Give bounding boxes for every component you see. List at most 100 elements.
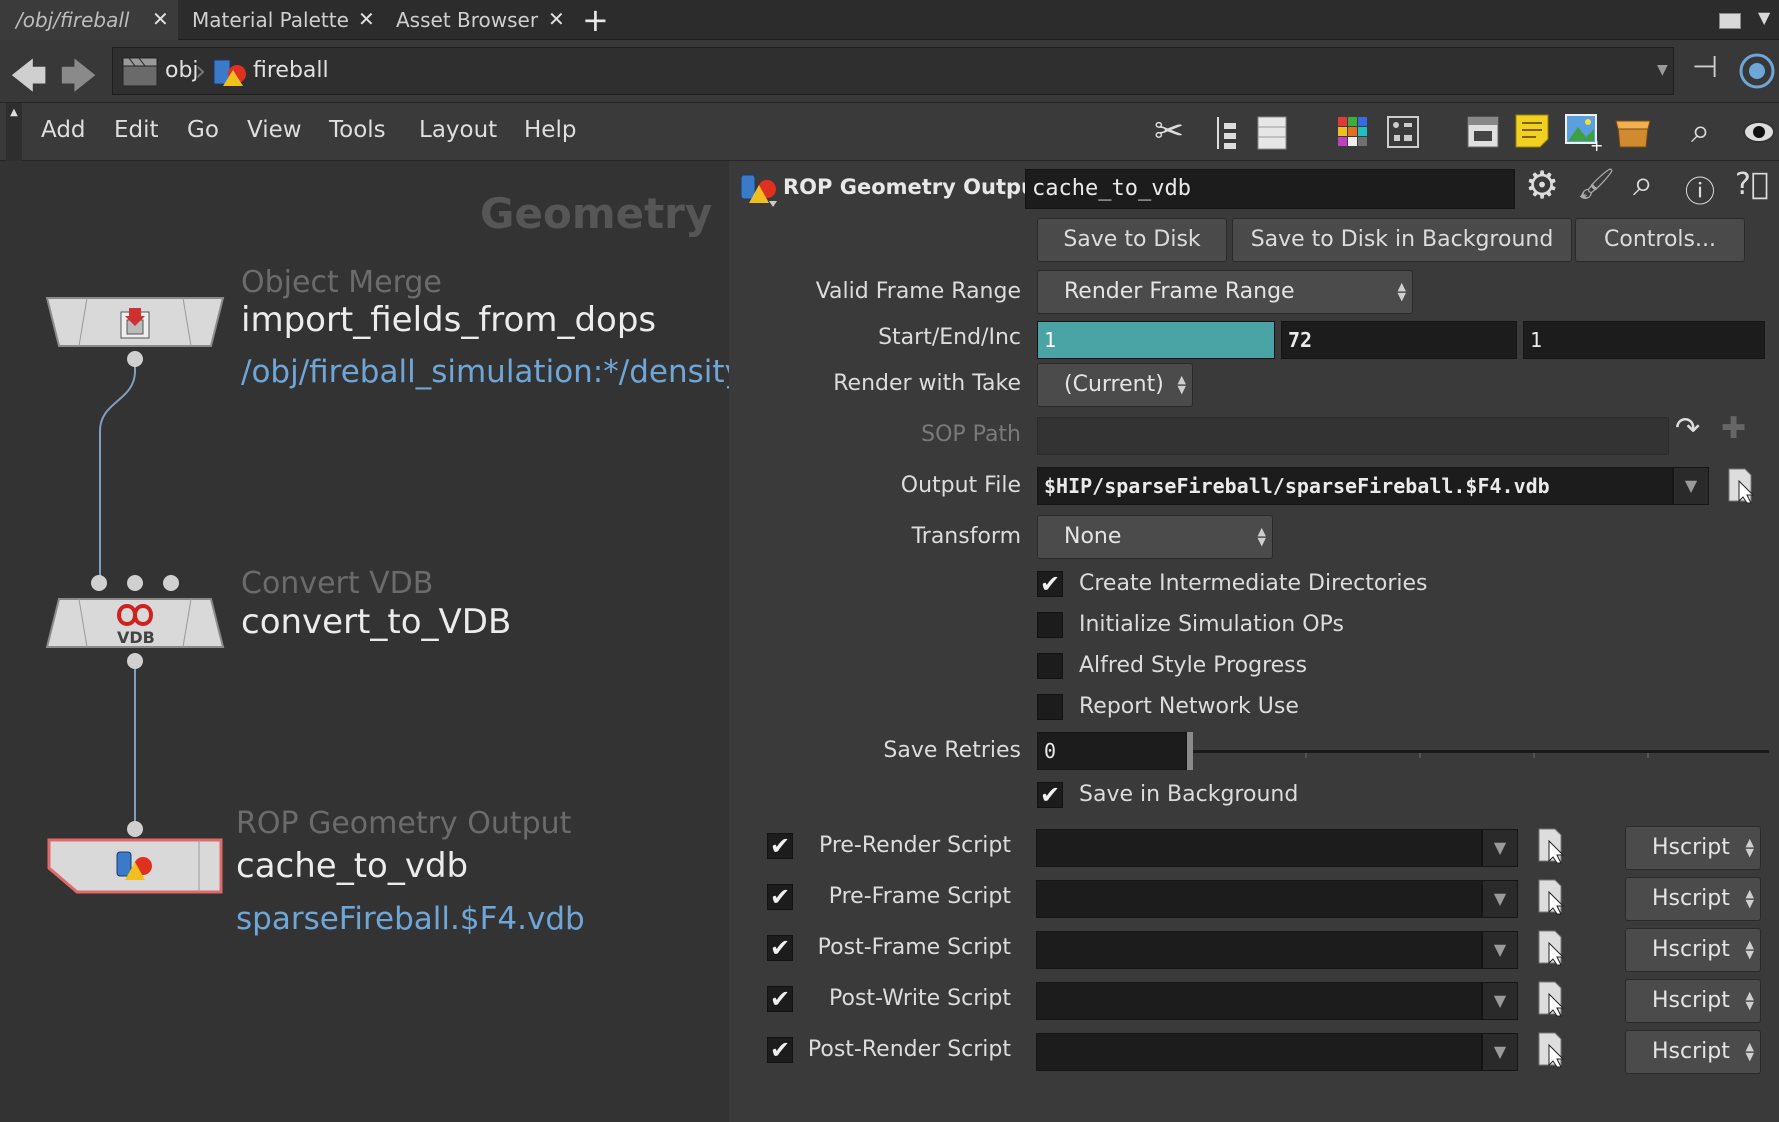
file-chooser-icon[interactable] [1535, 1031, 1567, 1071]
save-to-disk-button[interactable]: Save to Disk [1037, 218, 1227, 262]
input-connector[interactable] [127, 821, 143, 837]
menu-go[interactable]: Go [187, 117, 219, 143]
maximize-icon[interactable] [1719, 13, 1741, 29]
input-connector[interactable] [127, 575, 143, 591]
node-chooser-icon[interactable]: ✚ [1721, 411, 1746, 446]
close-icon[interactable]: ✕ [152, 7, 169, 31]
back-arrow-icon[interactable]: 🡄 [10, 50, 47, 111]
search-icon[interactable]: ⌕ [1691, 111, 1710, 151]
network-box-icon[interactable] [1466, 115, 1500, 149]
pane-handle[interactable]: ▲ [6, 103, 22, 161]
search-icon[interactable]: ⌕ [1633, 163, 1653, 205]
save-retries-slider-track[interactable] [1191, 750, 1769, 753]
chevron-down-icon[interactable]: ▼ [1482, 880, 1518, 918]
node-object-merge[interactable] [45, 296, 225, 348]
breadcrumb-obj[interactable]: obj [165, 58, 199, 83]
menu-view[interactable]: View [247, 117, 302, 143]
node-rop-geometry[interactable] [47, 838, 223, 894]
menu-edit[interactable]: Edit [114, 117, 159, 143]
end-frame-field[interactable]: 72 [1281, 321, 1517, 359]
output-connector[interactable] [127, 351, 143, 367]
breadcrumb-fireball[interactable]: fireball [253, 58, 329, 83]
node-convert-vdb[interactable]: VDB [45, 597, 225, 649]
eye-icon[interactable] [1742, 117, 1776, 147]
input-connector[interactable] [163, 575, 179, 591]
node-type-title: ROP Geometry Output [783, 175, 1047, 199]
save-retries-field[interactable]: 0 [1037, 732, 1187, 770]
info-icon[interactable]: ⓘ [1685, 167, 1715, 211]
init-sim-ops-checkbox[interactable] [1037, 612, 1063, 638]
sticky-note-icon[interactable] [1514, 113, 1550, 149]
file-chooser-icon[interactable] [1535, 929, 1567, 969]
post-frame-language-menu[interactable]: Hscript ▲ ▼ [1625, 928, 1761, 972]
background-image-icon[interactable]: + [1564, 113, 1602, 151]
node-name-label: convert_to_VDB [241, 602, 512, 642]
save-retries-slider-handle[interactable] [1187, 732, 1193, 770]
chevron-down-icon[interactable]: ▼ [1657, 62, 1668, 78]
save-to-disk-background-button[interactable]: Save to Disk in Background [1232, 218, 1572, 262]
transform-menu[interactable]: None ▲ ▼ [1037, 515, 1273, 559]
close-icon[interactable]: ✕ [358, 7, 375, 31]
tree-view-icon[interactable] [1212, 115, 1240, 151]
color-palette-icon[interactable] [1336, 115, 1370, 149]
post-render-language-menu[interactable]: Hscript ▲ ▼ [1625, 1030, 1761, 1074]
wrench-icon[interactable]: ✂ [1154, 111, 1184, 152]
menu-help[interactable]: Help [524, 117, 576, 143]
chevron-down-icon[interactable]: ▼ [1758, 8, 1770, 27]
pre-frame-field[interactable] [1036, 880, 1482, 918]
file-chooser-icon[interactable] [1535, 827, 1567, 867]
post-frame-field[interactable] [1036, 931, 1482, 969]
sop-path-field[interactable] [1037, 417, 1669, 455]
input-connector[interactable] [91, 575, 107, 591]
render-with-take-menu[interactable]: (Current) ▲ ▼ [1037, 363, 1193, 407]
post-write-field[interactable] [1036, 982, 1482, 1020]
post-render-field[interactable] [1036, 1033, 1482, 1071]
start-frame-field[interactable]: 1 [1037, 321, 1275, 359]
link-network-icon[interactable] [1738, 52, 1776, 90]
file-chooser-icon[interactable] [1535, 980, 1567, 1020]
forward-arrow-icon[interactable]: 🡆 [60, 50, 97, 111]
chevron-down-icon[interactable]: ▼ [1482, 982, 1518, 1020]
chevron-down-icon[interactable]: ▼ [1482, 1033, 1518, 1071]
pre-frame-language-menu[interactable]: Hscript ▲ ▼ [1625, 877, 1761, 921]
menu-add[interactable]: Add [41, 117, 86, 143]
valid-frame-range-menu[interactable]: Render Frame Range ▲ ▼ [1037, 270, 1413, 314]
asset-box-icon[interactable] [1614, 115, 1652, 149]
chevron-down-icon[interactable]: ▼ [1482, 829, 1518, 867]
increment-field[interactable]: 1 [1523, 321, 1765, 359]
network-editor[interactable]: Geometry Object Merge import_fields_from… [0, 161, 743, 1122]
file-chooser-icon[interactable] [1725, 467, 1757, 505]
pre-render-language-menu[interactable]: Hscript ▲ ▼ [1625, 826, 1761, 870]
brush-icon[interactable]: 🖌 [1577, 167, 1615, 202]
save-in-background-checkbox[interactable]: ✔ [1037, 782, 1063, 808]
tab-material-palette[interactable]: Material Palette [192, 0, 382, 40]
tab-asset-browser[interactable]: Asset Browser [396, 0, 556, 40]
post-write-language-menu[interactable]: Hscript ▲ ▼ [1625, 979, 1761, 1023]
chevron-down-icon[interactable]: ▼ [1482, 931, 1518, 969]
jump-arrow-icon[interactable]: ↷ [1675, 411, 1700, 446]
pre-render-field[interactable] [1036, 829, 1482, 867]
chevron-down-icon[interactable]: ▼ [1673, 467, 1709, 505]
output-file-label: Output File [900, 473, 1021, 498]
report-network-checkbox[interactable] [1037, 694, 1063, 720]
help-icon[interactable]: ?⃝ [1735, 167, 1769, 202]
geometry-rop-icon [116, 851, 152, 880]
create-dirs-checkbox[interactable]: ✔ [1037, 571, 1063, 597]
node-name-field[interactable]: cache_to_vdb [1025, 169, 1515, 209]
sop-path-label: SOP Path [921, 422, 1021, 447]
output-file-field[interactable]: $HIP/sparseFireball/sparseFireball.$F4.v… [1037, 467, 1673, 505]
alfred-progress-checkbox[interactable] [1037, 653, 1063, 679]
output-connector[interactable] [127, 653, 143, 669]
gear-icon[interactable]: ⚙ [1525, 163, 1559, 207]
menu-tools[interactable]: Tools [329, 117, 386, 143]
add-tab-icon[interactable]: + [582, 1, 609, 39]
file-chooser-icon[interactable] [1535, 878, 1567, 918]
node-type-label: Convert VDB [241, 566, 434, 601]
close-icon[interactable]: ✕ [548, 7, 565, 31]
controls-button[interactable]: Controls... [1575, 218, 1745, 262]
shape-palette-icon[interactable] [1386, 115, 1420, 149]
pin-icon[interactable]: ⊣ [1692, 50, 1718, 85]
list-view-icon[interactable] [1256, 115, 1288, 151]
valid-frame-range-label: Valid Frame Range [815, 279, 1021, 304]
menu-layout[interactable]: Layout [419, 117, 497, 143]
